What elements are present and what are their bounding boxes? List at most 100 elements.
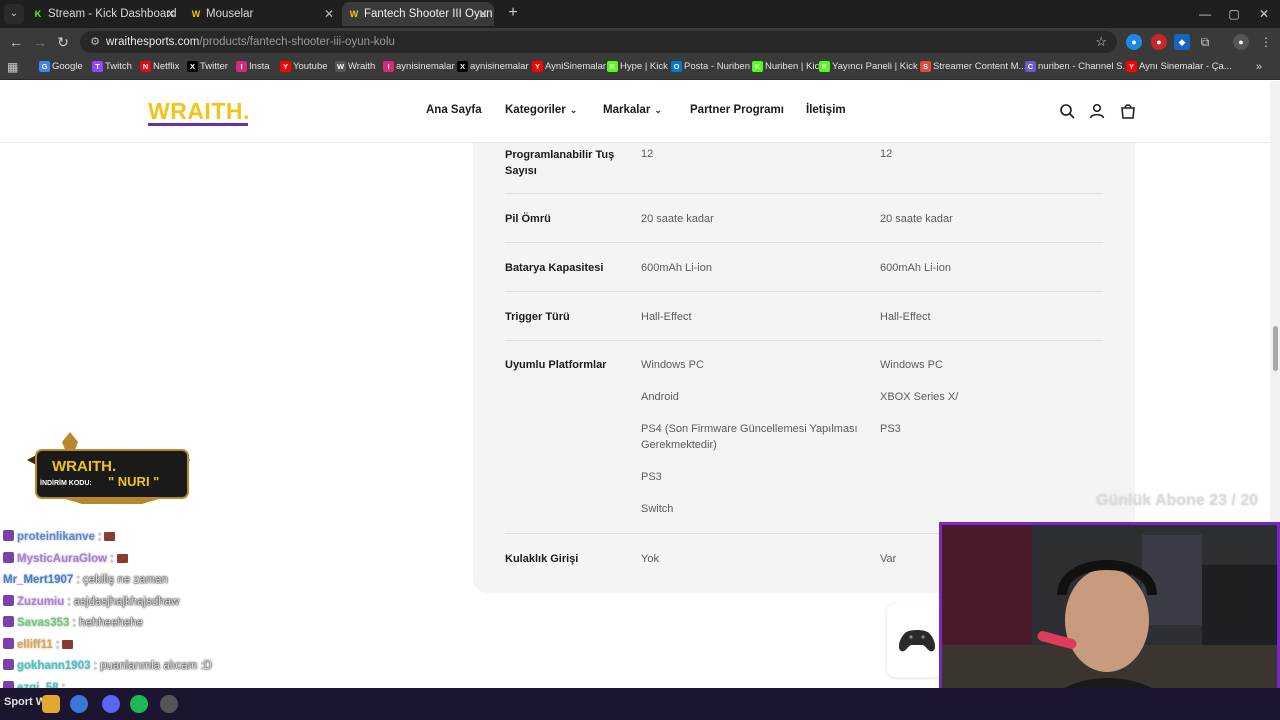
bookmark-favicon-icon: Y <box>1126 61 1137 72</box>
site-info-icon[interactable]: ⚙ <box>88 35 102 49</box>
chat-username: MysticAuraGlow <box>17 552 108 565</box>
bookmark-item[interactable]: Y Youtube <box>280 56 328 78</box>
subscriber-goal: Günlük Abone 23 / 20 <box>1096 492 1259 509</box>
tab[interactable]: W Fantech Shooter III Oyun Kolu✕ <box>342 2 494 26</box>
spec-value: 20 saate kadar <box>880 213 953 225</box>
minimize-button[interactable]: — <box>1190 4 1220 24</box>
spec-value: 20 saate kadar <box>641 213 714 225</box>
chat-message: elliff11 : <box>3 636 74 654</box>
bookmark-item[interactable]: Y Aynı Sinemalar - Ça... <box>1126 56 1232 78</box>
bookmark-item[interactable]: K Yayıncı Paneli | Kick <box>819 56 918 78</box>
bookmark-item[interactable]: T Twitch <box>92 56 132 78</box>
chat-separator: : <box>94 531 102 543</box>
bookmark-label: Netflix <box>153 61 180 72</box>
search-icon[interactable] <box>1058 102 1076 120</box>
nav-brands-label: Markalar <box>603 104 651 116</box>
bookmark-item[interactable]: Cnuriben - Channel S... <box>1025 56 1130 78</box>
chat-message: gokhann1903 : puanlarımla alıcam :D <box>3 657 212 675</box>
tab-favicon-icon: K <box>34 9 42 19</box>
spec-row: Programlanabilir Tuş Sayısı 12 12 <box>505 143 1103 194</box>
subscriber-badge-icon <box>3 530 14 541</box>
nav-home[interactable]: Ana Sayfa <box>426 104 482 116</box>
discord-icon[interactable] <box>102 695 120 713</box>
extensions-puzzle-icon[interactable]: ⧉ <box>1197 34 1213 50</box>
sticky-product-thumbnail[interactable] <box>887 603 947 677</box>
bookmark-favicon-icon: W <box>335 61 346 72</box>
tab-close-icon[interactable]: ✕ <box>166 2 176 26</box>
bookmark-item[interactable]: O Posta - Nuriben <box>671 56 750 78</box>
bookmark-item[interactable]: Y AyniSinemalar <box>532 56 606 78</box>
bookmark-item[interactable]: Iaynisinemalar <box>383 56 455 78</box>
account-icon[interactable] <box>1088 102 1106 120</box>
extension-icon[interactable]: ● <box>1126 34 1142 50</box>
nav-categories[interactable]: Kategoriler ⌄ <box>505 104 577 116</box>
bookmark-favicon-icon: X <box>457 61 468 72</box>
bookmark-item[interactable]: N Netflix <box>140 56 179 78</box>
chat-username: proteinlikanve <box>17 531 95 543</box>
nav-contact[interactable]: İletişim <box>806 104 846 116</box>
tab[interactable]: W Mouselar ✕ <box>190 2 340 26</box>
bookmark-item[interactable]: X Twitter <box>187 56 228 78</box>
back-button[interactable]: ← <box>6 32 26 52</box>
chrome-icon[interactable] <box>70 695 88 713</box>
tab-search-button[interactable]: ⌄ <box>4 4 24 24</box>
bookmark-label: Google <box>52 61 83 72</box>
spec-value: PS3 <box>880 423 901 435</box>
address-bar[interactable]: ⚙ wraithesports.com/products/fantech-sho… <box>80 31 1117 53</box>
bookmark-favicon-icon: I <box>236 61 247 72</box>
gamepad-icon <box>898 630 936 652</box>
nav-brands[interactable]: Markalar ⌄ <box>603 104 662 116</box>
file-explorer-icon[interactable] <box>42 695 60 713</box>
chat-message: Mr_Mert1907 : çekiliş ne zaman <box>3 571 168 589</box>
maximize-button[interactable]: ▢ <box>1219 4 1249 24</box>
obs-icon[interactable] <box>160 695 178 713</box>
tab-close-icon[interactable]: ✕ <box>324 2 334 26</box>
close-window-button[interactable]: ✕ <box>1249 4 1279 24</box>
bookmark-favicon-icon: C <box>1025 61 1036 72</box>
reload-button[interactable]: ↻ <box>53 32 73 52</box>
new-tab-button[interactable]: + <box>503 3 523 23</box>
bookmark-item[interactable]: G Google <box>39 56 83 78</box>
tab-close-icon[interactable]: ✕ <box>478 2 488 26</box>
site-logo[interactable]: WRAITH. <box>148 98 250 125</box>
nav-home-label: Ana Sayfa <box>426 104 482 116</box>
forward-button[interactable]: → <box>30 32 50 52</box>
chat-username: gokhann1903 <box>17 660 91 672</box>
chat-text: : hehheehehe <box>72 617 144 629</box>
sponsor-badge: WRAITH. İNDİRİM KODU: " NURI " <box>22 430 192 505</box>
shield-icon[interactable]: ◆ <box>1174 34 1190 50</box>
chat-separator: : <box>52 638 60 651</box>
spec-value: Android <box>641 391 679 403</box>
bookmark-item[interactable]: K Hype | Kick <box>607 56 668 78</box>
chat-message: Zuzumiu : asjdasjhajkhajsdhaw <box>3 593 179 611</box>
tab[interactable]: K Stream - Kick Dashboard ✕ <box>32 2 182 26</box>
scrollbar-thumb[interactable] <box>1273 326 1278 371</box>
bookmark-item[interactable]: I Insta <box>236 56 270 78</box>
tab-label: Stream - Kick Dashboard <box>48 8 177 20</box>
bookmark-star-icon[interactable]: ☆ <box>1095 31 1107 53</box>
spec-row: Trigger Türü Hall-Effect Hall-Effect <box>505 292 1103 341</box>
nav-partner[interactable]: Partner Programı <box>690 104 784 116</box>
bookmark-favicon-icon: N <box>140 61 151 72</box>
os-taskbar: Sport Win <box>0 688 1280 720</box>
bookmark-item[interactable]: K Nuriben | Kick <box>752 56 824 78</box>
profile-avatar[interactable]: ● <box>1233 34 1249 50</box>
chat-username: Savas353 <box>17 617 70 629</box>
menu-kebab-icon[interactable]: ⋮ <box>1258 34 1274 50</box>
cart-icon[interactable] <box>1119 102 1137 120</box>
badge-subtitle: İNDİRİM KODU: <box>40 480 92 487</box>
spec-value: PS3 <box>641 471 662 483</box>
bookmark-label: AyniSinemalar <box>545 61 607 72</box>
spec-label: Kulaklık Girişi <box>505 553 579 565</box>
apps-grid-icon[interactable]: ▦ <box>7 60 21 74</box>
url-path: /products/fantech-shooter-iii-oyun-kolu <box>199 36 395 48</box>
nav-contact-label: İletişim <box>806 104 846 116</box>
spotify-icon[interactable] <box>130 695 148 713</box>
bookmark-favicon-icon: S <box>920 61 931 72</box>
bookmark-item[interactable]: S Streamer Content M... <box>920 56 1026 78</box>
extension-icon[interactable]: ● <box>1151 34 1167 50</box>
tab-strip: ⌄ K Stream - Kick Dashboard ✕ W Mouselar ✕ W Fa… <box>0 0 1280 28</box>
more-bookmarks-icon[interactable]: » <box>1256 56 1262 78</box>
bookmark-item[interactable]: Xaynisinemalar <box>457 56 529 78</box>
bookmark-item[interactable]: W Wraith <box>335 56 375 78</box>
